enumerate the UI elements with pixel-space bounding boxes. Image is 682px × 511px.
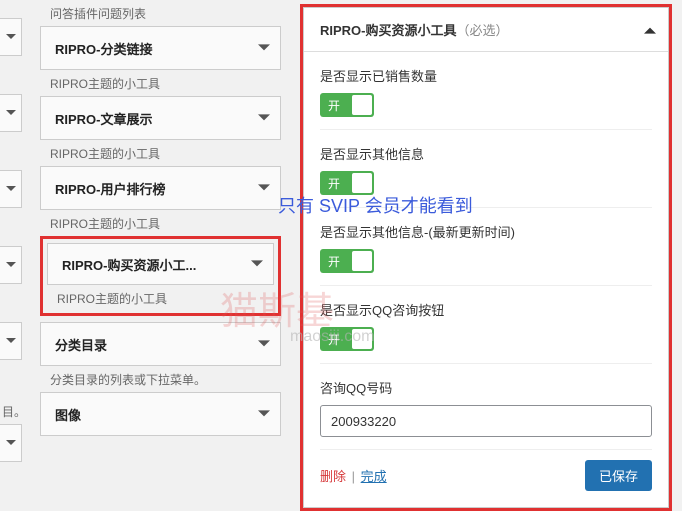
widget-user-rank[interactable]: RIPRO-用户排行榜 xyxy=(40,166,281,210)
widget-category-list[interactable]: 分类目录 xyxy=(40,322,281,366)
widget-title: 分类目录 xyxy=(55,335,107,354)
panel-title: RIPRO-购买资源小工具（必选） xyxy=(320,20,509,39)
toggle-text: 开 xyxy=(328,331,340,348)
widget-title: RIPRO-购买资源小工... xyxy=(62,255,196,274)
widget-settings-panel: RIPRO-购买资源小工具（必选） 是否显示已销售数量 开 是否显示其他信息 开 xyxy=(300,4,672,511)
toggle-show-other-info[interactable]: 开 xyxy=(320,171,374,195)
toggle-knob xyxy=(352,95,372,115)
chevron-down-icon xyxy=(258,338,270,350)
toggle-show-other-info-time[interactable]: 开 xyxy=(320,249,374,273)
highlighted-widget-frame: RIPRO-购买资源小工... RIPRO主题的小工具 xyxy=(40,236,281,316)
chevron-down-icon xyxy=(258,182,270,194)
field-label: 是否显示其他信息-(最新更新时间) xyxy=(320,222,652,241)
field-label: 是否显示其他信息 xyxy=(320,144,652,163)
field-show-sold-qty: 是否显示已销售数量 开 xyxy=(320,52,652,130)
done-link[interactable]: 完成 xyxy=(361,469,387,484)
toggle-text: 开 xyxy=(328,175,340,192)
field-show-qq-button: 是否显示QQ咨询按钮 开 xyxy=(320,286,652,364)
collapse-handle-3[interactable] xyxy=(0,170,22,208)
chevron-down-icon xyxy=(258,42,270,54)
toggle-text: 开 xyxy=(328,253,340,270)
widget-title: RIPRO-分类链接 xyxy=(55,39,153,58)
widget-image[interactable]: 图像 xyxy=(40,392,281,436)
widget-purchase-resource[interactable]: RIPRO-购买资源小工... xyxy=(47,243,274,285)
toggle-show-sold-qty[interactable]: 开 xyxy=(320,93,374,117)
widget-category-link[interactable]: RIPRO-分类链接 xyxy=(40,26,281,70)
toggle-knob xyxy=(352,329,372,349)
field-show-other-info-time: 是否显示其他信息-(最新更新时间) 开 xyxy=(320,208,652,286)
chevron-down-icon xyxy=(258,408,270,420)
widget-title: RIPRO-用户排行榜 xyxy=(55,179,166,198)
field-label: 是否显示QQ咨询按钮 xyxy=(320,300,652,319)
section-label: RIPRO主题的小工具 xyxy=(47,285,274,311)
field-label: 是否显示已销售数量 xyxy=(320,66,652,85)
delete-link[interactable]: 删除 xyxy=(320,469,346,484)
collapse-handle-6[interactable] xyxy=(0,424,22,462)
collapse-handle-5[interactable] xyxy=(0,322,22,360)
widget-post-display[interactable]: RIPRO-文章展示 xyxy=(40,96,281,140)
chevron-down-icon xyxy=(258,112,270,124)
section-label: 分类目录的列表或下拉菜单。 xyxy=(40,366,281,392)
toggle-knob xyxy=(352,251,372,271)
chevron-up-icon xyxy=(644,24,656,36)
saved-button[interactable]: 已保存 xyxy=(585,460,652,491)
section-label: RIPRO主题的小工具 xyxy=(40,140,281,166)
widget-title: 图像 xyxy=(55,405,81,424)
qq-number-input[interactable] xyxy=(320,405,652,437)
separator: | xyxy=(352,469,355,484)
collapse-handle-4[interactable] xyxy=(0,246,22,284)
panel-footer: 删除 | 完成 已保存 xyxy=(320,450,652,495)
section-label: 问答插件问题列表 xyxy=(40,0,281,26)
mini-label: 目。 xyxy=(0,398,40,424)
field-label: 咨询QQ号码 xyxy=(320,378,652,397)
field-qq-number: 咨询QQ号码 xyxy=(320,364,652,450)
field-show-other-info: 是否显示其他信息 开 xyxy=(320,130,652,208)
toggle-knob xyxy=(352,173,372,193)
section-label: RIPRO主题的小工具 xyxy=(40,70,281,96)
section-label: RIPRO主题的小工具 xyxy=(40,210,281,236)
widget-title: RIPRO-文章展示 xyxy=(55,109,153,128)
collapse-handle-2[interactable] xyxy=(0,94,22,132)
toggle-show-qq-button[interactable]: 开 xyxy=(320,327,374,351)
collapse-handle-1[interactable] xyxy=(0,18,22,56)
panel-header[interactable]: RIPRO-购买资源小工具（必选） xyxy=(304,8,668,52)
toggle-text: 开 xyxy=(328,97,340,114)
chevron-down-icon xyxy=(251,258,263,270)
